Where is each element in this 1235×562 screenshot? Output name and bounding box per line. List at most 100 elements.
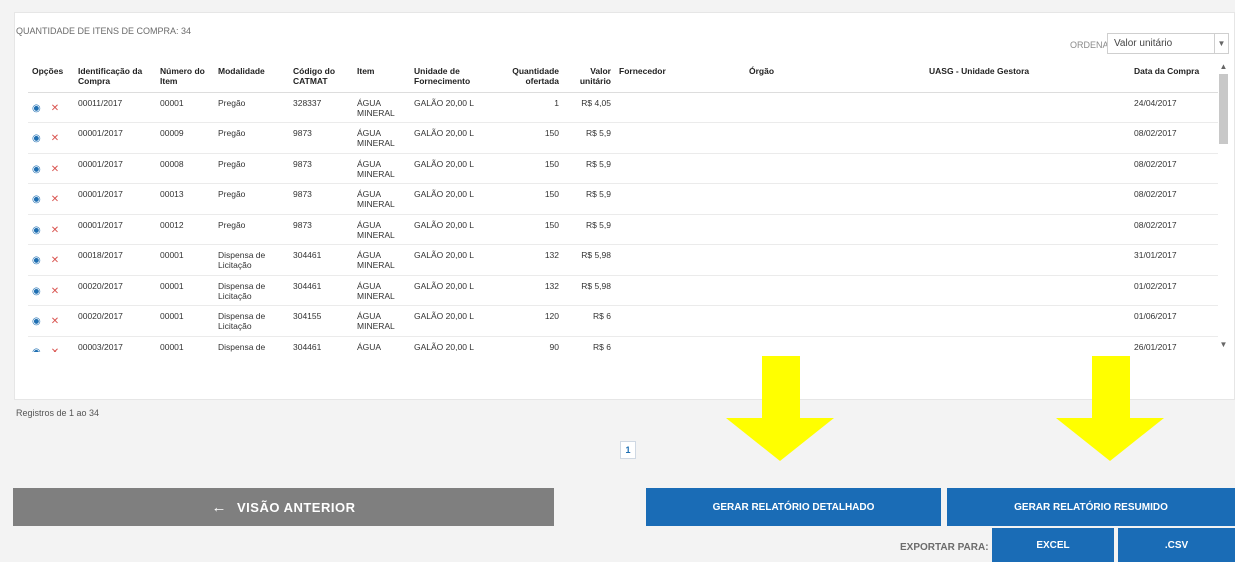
table-row: ◉ ✕ 00001/2017 00008 Pregão 9873 ÁGUA MINERAL G… [28, 153, 1218, 184]
cell-fornecedor [615, 122, 745, 154]
close-icon[interactable]: ✕ [51, 134, 59, 144]
cell-id: 00001/2017 [74, 214, 156, 245]
column-header: Modalidade [214, 62, 289, 93]
column-header: Opções [28, 62, 74, 93]
back-button[interactable]: ← VISÃO ANTERIOR [13, 488, 554, 526]
cell-uasg [925, 305, 1130, 337]
cell-item: ÁGUA MINERAL [353, 153, 410, 184]
cell-orgao [745, 244, 925, 276]
cell-orgao [745, 336, 925, 352]
cell-item_no: 00001 [156, 336, 214, 352]
scroll-up-icon[interactable]: ▲ [1217, 62, 1230, 74]
cell-mod: Dispensa de Licitação [214, 244, 289, 276]
options-cell: ◉ ✕ [28, 275, 74, 306]
scroll-down-icon[interactable]: ▼ [1217, 340, 1230, 352]
detailed-report-button[interactable]: GERAR RELATÓRIO DETALHADO [646, 488, 941, 526]
scroll-thumb[interactable] [1219, 74, 1228, 144]
close-icon[interactable]: ✕ [51, 256, 59, 266]
table-row: ◉ ✕ 00001/2017 00012 Pregão 9873 ÁGUA MINERAL G… [28, 214, 1218, 245]
column-header: Número do Item [156, 62, 214, 93]
close-icon[interactable]: ✕ [51, 103, 59, 114]
back-button-label: VISÃO ANTERIOR [237, 499, 356, 515]
summary-report-button[interactable]: GERAR RELATÓRIO RESUMIDO [947, 488, 1235, 526]
eye-icon[interactable]: ◉ [32, 317, 41, 327]
export-label: EXPORTAR PARA: [900, 542, 989, 553]
arrow-left-icon: ← [211, 498, 227, 516]
export-excel-button[interactable]: EXCEL [992, 528, 1114, 562]
cell-data: 26/01/2017 [1130, 336, 1218, 352]
cell-mod: Pregão [214, 183, 289, 215]
column-header: Código do CATMAT [289, 62, 353, 93]
cell-uasg [925, 336, 1130, 352]
items-count-label: QUANTIDADE DE ITENS DE COMPRA: 34 [16, 26, 192, 36]
cell-item: ÁGUA MINERAL [353, 183, 410, 215]
cell-orgao [745, 275, 925, 306]
cell-item_no: 00012 [156, 214, 214, 245]
cell-mod: Dispensa de Licitação [214, 305, 289, 337]
column-header: Data da Compra [1130, 62, 1218, 93]
cell-item: ÁGUA MINERAL [353, 305, 410, 337]
cell-mod: Pregão [214, 153, 289, 184]
cell-item: ÁGUA [353, 336, 410, 352]
eye-icon[interactable]: ◉ [32, 256, 41, 266]
table-scrollbar[interactable]: ▲ ▼ [1217, 62, 1230, 352]
cell-fornecedor [615, 275, 745, 306]
cell-unid: GALÃO 20,00 L [410, 183, 496, 215]
close-icon[interactable]: ✕ [51, 317, 59, 327]
eye-icon[interactable]: ◉ [32, 286, 41, 297]
cell-catmat: 304461 [289, 336, 353, 352]
cell-orgao [745, 214, 925, 245]
cell-uasg [925, 122, 1130, 154]
options-cell: ◉ ✕ [28, 305, 74, 337]
eye-icon[interactable]: ◉ [32, 103, 41, 114]
cell-valor: R$ 5,9 [563, 214, 615, 245]
cell-catmat: 328337 [289, 92, 353, 123]
cell-item_no: 00013 [156, 183, 214, 215]
cell-fornecedor [615, 336, 745, 352]
cell-orgao [745, 183, 925, 215]
cell-id: 00001/2017 [74, 183, 156, 215]
purchases-table-container: Opções Identificação da Compra Número do I… [28, 62, 1230, 352]
close-icon[interactable]: ✕ [51, 164, 59, 175]
cell-item_no: 00001 [156, 92, 214, 123]
eye-icon[interactable]: ◉ [32, 134, 41, 144]
cell-orgao [745, 122, 925, 154]
cell-item: ÁGUA MINERAL [353, 244, 410, 276]
close-icon[interactable]: ✕ [51, 195, 59, 205]
export-csv-button[interactable]: .CSV [1118, 528, 1235, 562]
cell-id: 00020/2017 [74, 305, 156, 337]
order-select[interactable]: Valor unitário ▼ [1107, 33, 1229, 54]
column-header: Item [353, 62, 410, 93]
close-icon[interactable]: ✕ [51, 286, 59, 297]
cell-uasg [925, 183, 1130, 215]
column-header: UASG - Unidade Gestora [925, 62, 1130, 93]
cell-qtd: 1 [496, 92, 563, 123]
eye-icon[interactable]: ◉ [32, 195, 41, 205]
close-icon[interactable]: ✕ [51, 225, 59, 236]
cell-id: 00001/2017 [74, 153, 156, 184]
cell-catmat: 9873 [289, 183, 353, 215]
cell-valor: R$ 5,9 [563, 183, 615, 215]
eye-icon[interactable]: ◉ [32, 347, 41, 352]
cell-valor: R$ 5,9 [563, 153, 615, 184]
column-header: Órgão [745, 62, 925, 93]
cell-unid: GALÃO 20,00 L [410, 305, 496, 337]
cell-fornecedor [615, 244, 745, 276]
cell-orgao [745, 92, 925, 123]
column-header: Fornecedor [615, 62, 745, 93]
cell-unid: GALÃO 20,00 L [410, 214, 496, 245]
cell-item: ÁGUA MINERAL [353, 275, 410, 306]
cell-orgao [745, 153, 925, 184]
options-cell: ◉ ✕ [28, 183, 74, 215]
cell-id: 00001/2017 [74, 122, 156, 154]
cell-qtd: 150 [496, 122, 563, 154]
cell-data: 24/04/2017 [1130, 92, 1218, 123]
eye-icon[interactable]: ◉ [32, 164, 41, 175]
close-icon[interactable]: ✕ [51, 347, 59, 352]
cell-mod: Pregão [214, 92, 289, 123]
cell-item: ÁGUA MINERAL [353, 214, 410, 245]
eye-icon[interactable]: ◉ [32, 225, 41, 236]
cell-qtd: 150 [496, 153, 563, 184]
cell-catmat: 304461 [289, 275, 353, 306]
page-button-1[interactable]: 1 [620, 441, 636, 459]
